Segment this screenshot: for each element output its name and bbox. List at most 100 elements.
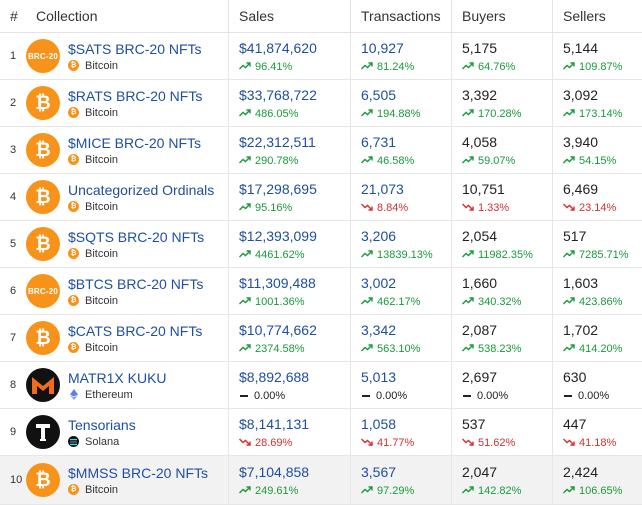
table-row[interactable]: 3 ₿ $MICE BRC-20 NFTs ₿ Bitcoin $22,312,511 29…: [0, 127, 642, 174]
trend-up-icon: [239, 155, 255, 167]
collection-name-link[interactable]: MATR1X KUKU: [68, 370, 167, 387]
buyers-cell: 10,751 1.33%: [451, 174, 552, 220]
header-transactions[interactable]: Transactions: [350, 0, 451, 32]
header-sellers[interactable]: Sellers: [552, 0, 642, 32]
header-rank[interactable]: #: [0, 8, 24, 24]
transactions-change: 462.17%: [361, 296, 451, 308]
bitcoin-logo-icon: ₿: [26, 463, 60, 497]
bitcoin-icon: ₿: [68, 107, 79, 118]
chain-label: ₿ Bitcoin: [68, 154, 201, 166]
buyers-value: 4,058: [462, 133, 498, 150]
rank-number: 7: [10, 332, 17, 344]
sales-cell: $22,312,511 290.78%: [228, 127, 350, 173]
collection-cell[interactable]: MATR1X KUKU Ethereum: [24, 362, 228, 408]
trend-down-icon: [361, 202, 377, 214]
svg-text:₿: ₿: [35, 233, 50, 255]
trend-up-icon: [361, 249, 377, 261]
buyers-change: 538.23%: [462, 343, 552, 355]
collection-cell[interactable]: ₿ $CATS BRC-20 NFTs ₿ Bitcoin: [24, 315, 228, 361]
header-sales[interactable]: Sales: [228, 0, 350, 32]
transactions-change: 8.84%: [361, 202, 451, 214]
trend-up-icon: [563, 61, 579, 73]
collection-cell[interactable]: ₿ $RATS BRC-20 NFTs ₿ Bitcoin: [24, 80, 228, 126]
buyers-cell: 5,175 64.76%: [451, 33, 552, 79]
trend-up-icon: [563, 485, 579, 497]
sellers-cell: 5,144 109.87%: [552, 33, 642, 79]
table-row[interactable]: 4 ₿ Uncategorized Ordinals ₿ Bitcoin $17,298,…: [0, 174, 642, 221]
no-change-icon: [240, 394, 248, 397]
buyers-change: 340.32%: [462, 296, 552, 308]
sales-change: 486.05%: [239, 108, 350, 120]
sales-value: $12,393,099: [239, 227, 317, 244]
buyers-cell: 3,392 170.28%: [451, 80, 552, 126]
collection-cell[interactable]: Tensorians Solana: [24, 409, 228, 455]
collection-name-link[interactable]: $SATS BRC-20 NFTs: [68, 41, 202, 58]
trend-up-icon: [361, 155, 377, 167]
chain-name: Bitcoin: [85, 247, 119, 260]
table-row[interactable]: 7 ₿ $CATS BRC-20 NFTs ₿ Bitcoin $10,774,662 23…: [0, 315, 642, 362]
buyers-change: 11982.35%: [462, 249, 552, 261]
table-row[interactable]: 8 MATR1X KUKU Ethereum $8,892,688 0.00% 5,013…: [0, 362, 642, 409]
rank-number: 4: [10, 191, 17, 203]
header-collection[interactable]: Collection: [24, 8, 228, 24]
trend-up-icon: [239, 249, 255, 261]
bitcoin-logo-icon: ₿: [26, 227, 60, 261]
chain-name: Bitcoin: [85, 153, 119, 166]
chain-name: Solana: [85, 435, 120, 448]
bitcoin-logo-icon: ₿: [26, 321, 60, 355]
collection-name-link[interactable]: $BTCS BRC-20 NFTs: [68, 276, 203, 293]
chain-label: Ethereum: [68, 389, 167, 401]
sellers-change: 106.65%: [563, 485, 642, 497]
trend-up-icon: [239, 61, 255, 73]
sellers-value: 630: [563, 368, 587, 385]
collection-name-link[interactable]: Tensorians: [68, 417, 136, 434]
buyers-change: 0.00%: [462, 390, 552, 402]
bitcoin-icon: ₿: [68, 248, 79, 259]
collection-cell[interactable]: BRC-20 $SATS BRC-20 NFTs ₿ Bitcoin: [24, 33, 228, 79]
transactions-value: 21,073: [361, 180, 404, 197]
bitcoin-icon: ₿: [68, 342, 79, 353]
sellers-change: 41.18%: [563, 437, 642, 449]
collection-name-link[interactable]: $MICE BRC-20 NFTs: [68, 135, 201, 152]
brc20-logo-icon: BRC-20: [26, 39, 60, 73]
sellers-change: 109.87%: [563, 61, 642, 73]
table-row[interactable]: 2 ₿ $RATS BRC-20 NFTs ₿ Bitcoin $33,768,722 48…: [0, 80, 642, 127]
sellers-value: 1,603: [563, 274, 599, 291]
collection-cell[interactable]: ₿ $MICE BRC-20 NFTs ₿ Bitcoin: [24, 127, 228, 173]
collection-name-link[interactable]: Uncategorized Ordinals: [68, 182, 214, 199]
no-change-icon: [564, 394, 572, 397]
trend-up-icon: [239, 108, 255, 120]
collection-cell[interactable]: ₿ $SQTS BRC-20 NFTs ₿ Bitcoin: [24, 221, 228, 267]
chain-name: Bitcoin: [85, 106, 119, 119]
collection-name-link[interactable]: $SQTS BRC-20 NFTs: [68, 229, 204, 246]
collection-name-link[interactable]: $CATS BRC-20 NFTs: [68, 323, 202, 340]
transactions-cell: 3,206 13839.13%: [350, 221, 451, 267]
trend-up-icon: [563, 108, 579, 120]
trend-up-icon: [361, 61, 377, 73]
buyers-cell: 2,054 11982.35%: [451, 221, 552, 267]
sales-cell: $17,298,695 95.16%: [228, 174, 350, 220]
table-row[interactable]: 5 ₿ $SQTS BRC-20 NFTs ₿ Bitcoin $12,393,099 44…: [0, 221, 642, 268]
sales-value: $33,768,722: [239, 86, 317, 103]
rank-number: 2: [10, 97, 17, 109]
sellers-cell: 3,940 54.15%: [552, 127, 642, 173]
brc20-logo-icon: BRC-20: [26, 274, 60, 308]
ethereum-icon: [68, 389, 79, 400]
collection-name-link[interactable]: $RATS BRC-20 NFTs: [68, 88, 202, 105]
buyers-value: 2,697: [462, 368, 498, 385]
table-row[interactable]: 6 BRC-20 $BTCS BRC-20 NFTs ₿ Bitcoin $11,309,…: [0, 268, 642, 315]
trend-up-icon: [563, 155, 579, 167]
sellers-value: 517: [563, 227, 587, 244]
transactions-value: 10,927: [361, 39, 404, 56]
collection-cell[interactable]: BRC-20 $BTCS BRC-20 NFTs ₿ Bitcoin: [24, 268, 228, 314]
no-change-icon: [463, 394, 471, 397]
table-row[interactable]: 9 Tensorians Solana $8,141,131 28.69% 1,058 41…: [0, 409, 642, 456]
transactions-value: 3,567: [361, 463, 397, 480]
nft-collections-table: # Collection Sales Transactions Buyers S…: [0, 0, 642, 505]
collection-cell[interactable]: ₿ Uncategorized Ordinals ₿ Bitcoin: [24, 174, 228, 220]
trend-up-icon: [462, 108, 478, 120]
collection-name-link[interactable]: $MMSS BRC-20 NFTs: [68, 465, 208, 482]
table-row[interactable]: 10 ₿ $MMSS BRC-20 NFTs ₿ Bitcoin $7,104,858 24…: [0, 456, 642, 505]
table-row[interactable]: 1 BRC-20 $SATS BRC-20 NFTs ₿ Bitcoin $41,874,…: [0, 33, 642, 80]
header-buyers[interactable]: Buyers: [451, 0, 552, 32]
